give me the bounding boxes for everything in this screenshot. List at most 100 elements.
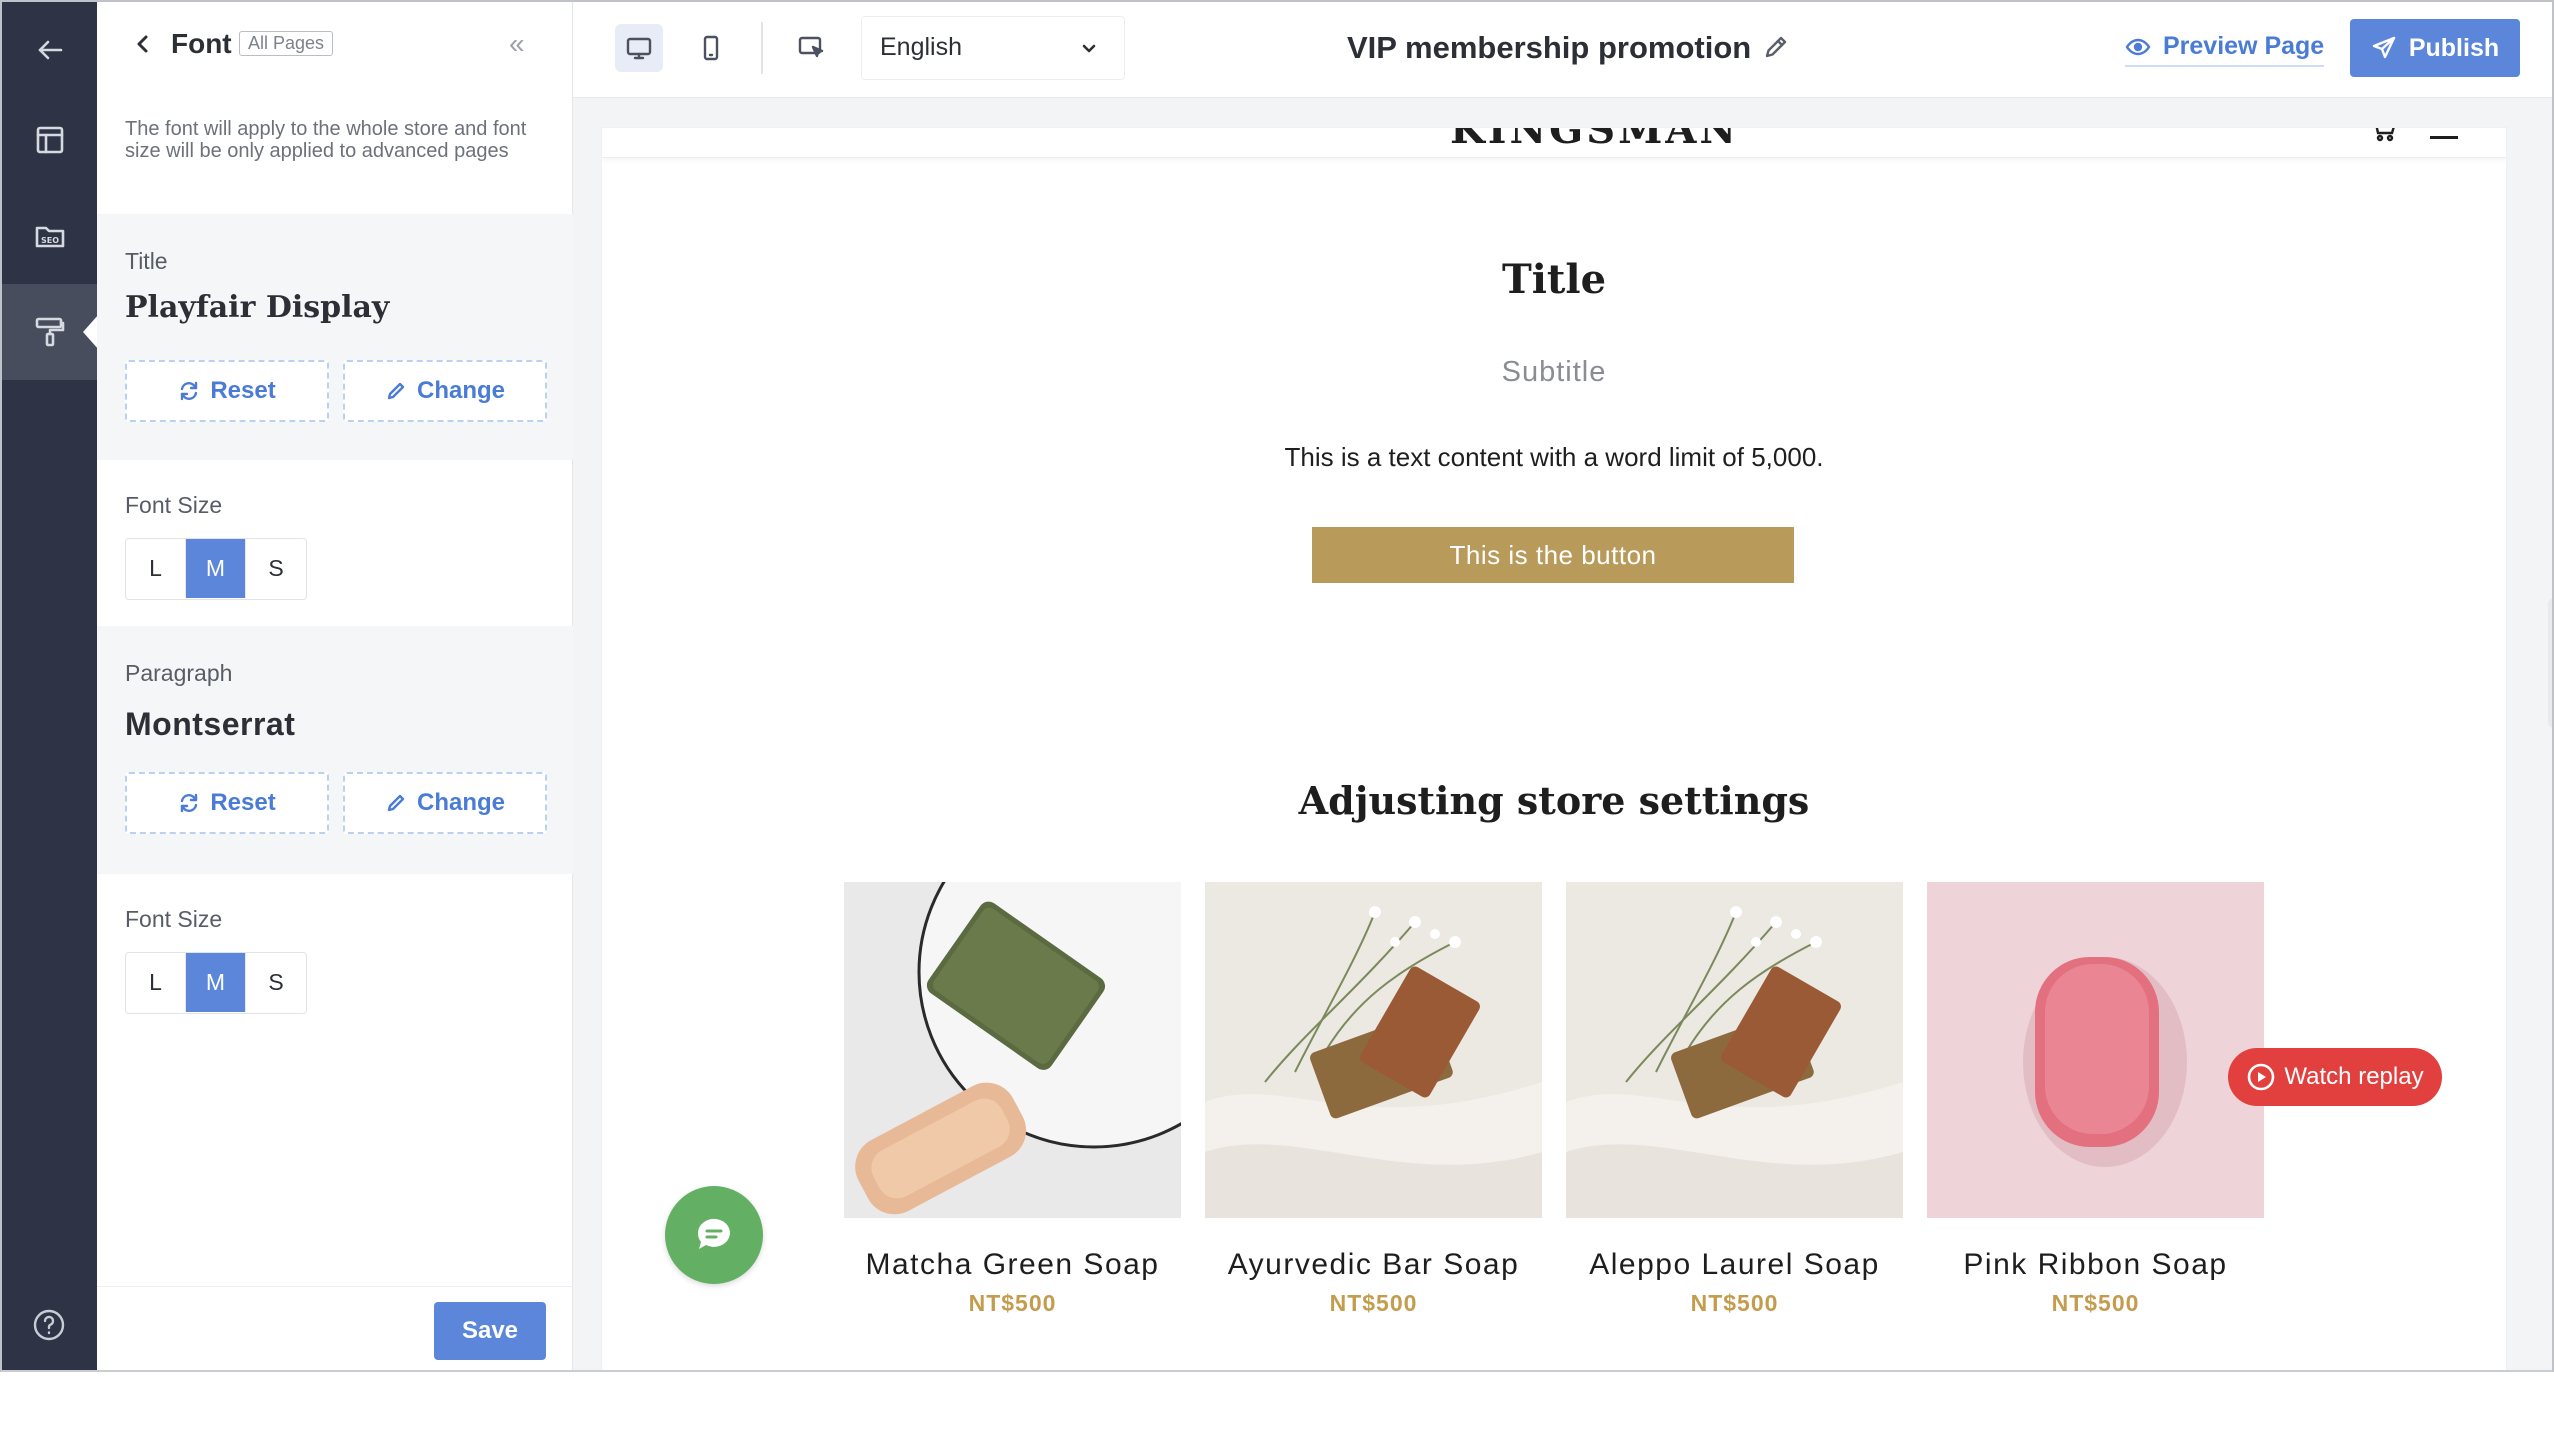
product-price: NT$500 bbox=[1690, 1290, 1779, 1316]
chat-button[interactable] bbox=[665, 1186, 763, 1284]
product-card[interactable]: Ayurvedic Bar Soap NT$500 bbox=[1205, 882, 1542, 1317]
page-preview-canvas[interactable]: KINGSMAN Title Subtitle This is a text c… bbox=[602, 128, 2506, 1370]
refresh-icon bbox=[181, 793, 198, 813]
paragraph-size-selector: L M S bbox=[125, 952, 307, 1014]
product-name: Matcha Green Soap bbox=[865, 1248, 1160, 1281]
preview-text: This is a text content with a word limit… bbox=[1284, 442, 1824, 472]
font-settings-panel: Font All Pages « The font will apply to … bbox=[97, 2, 573, 1370]
paragraph-size-label: Font Size bbox=[125, 906, 223, 932]
pencil-icon bbox=[387, 382, 405, 400]
title-size-s[interactable]: S bbox=[246, 539, 306, 598]
product-price: NT$500 bbox=[968, 1290, 1057, 1316]
rail-layout-button[interactable] bbox=[2, 92, 97, 188]
eye-icon bbox=[2125, 38, 2151, 55]
editor-toolbar: English VIP membership promotion Preview… bbox=[573, 2, 2552, 98]
panel-back-button[interactable] bbox=[127, 28, 159, 60]
rail-seo-button[interactable]: SEO bbox=[2, 188, 97, 284]
mobile-view-button[interactable] bbox=[687, 24, 735, 72]
product-image-aleppo-soap bbox=[1566, 882, 1903, 1218]
title-size-m[interactable]: M bbox=[186, 539, 246, 598]
chevron-left-icon bbox=[137, 35, 148, 53]
product-image-pink-soap bbox=[1927, 882, 2264, 1218]
panel-header: Font All Pages « bbox=[97, 2, 573, 88]
watch-replay-button[interactable]: Watch replay bbox=[2228, 1048, 2442, 1106]
preview-section-heading: Adjusting store settings bbox=[1298, 778, 1810, 823]
title-size-l[interactable]: L bbox=[126, 539, 186, 598]
help-button[interactable] bbox=[32, 1308, 68, 1344]
pencil-icon bbox=[1765, 36, 1787, 58]
paragraph-font-name: Montserrat bbox=[125, 706, 296, 742]
preview-page-link[interactable]: Preview Page bbox=[2125, 32, 2325, 67]
paragraph-font-section: Paragraph Montserrat Reset Change bbox=[97, 626, 573, 874]
app-window: SEO Font All Pages « The font will apply… bbox=[0, 0, 2554, 1372]
refresh-icon bbox=[181, 381, 198, 401]
language-value: English bbox=[880, 33, 962, 61]
collapse-panel-icon[interactable]: « bbox=[509, 28, 524, 60]
title-change-label: Change bbox=[416, 377, 505, 404]
arrow-left-icon bbox=[38, 40, 62, 60]
all-pages-badge: All Pages bbox=[239, 31, 334, 56]
title-font-name: Playfair Display bbox=[125, 290, 390, 325]
product-card[interactable]: Matcha Green Soap NT$500 bbox=[844, 882, 1181, 1317]
panel-description: The font will apply to the whole store a… bbox=[125, 118, 527, 162]
rail-design-button[interactable] bbox=[2, 284, 99, 380]
desktop-view-button[interactable] bbox=[615, 24, 663, 72]
product-price: NT$500 bbox=[2051, 1290, 2140, 1316]
svg-text:SEO: SEO bbox=[41, 236, 59, 245]
side-drawer-handle[interactable] bbox=[2548, 598, 2552, 728]
product-name: Ayurvedic Bar Soap bbox=[1227, 1248, 1520, 1281]
paragraph-size-s[interactable]: S bbox=[246, 953, 306, 1012]
paragraph-reset-label: Reset bbox=[210, 789, 276, 816]
seo-icon: SEO bbox=[35, 226, 64, 248]
product-card[interactable]: Aleppo Laurel Soap NT$500 bbox=[1566, 882, 1903, 1317]
title-reset-label: Reset bbox=[210, 377, 276, 404]
product-name: Aleppo Laurel Soap bbox=[1589, 1248, 1880, 1281]
title-reset-button[interactable]: Reset bbox=[125, 360, 329, 422]
left-rail: SEO bbox=[2, 2, 99, 1370]
pencil-icon bbox=[387, 794, 405, 812]
product-card[interactable]: Pink Ribbon Soap NT$500 bbox=[1927, 882, 2264, 1317]
preview-title: Title bbox=[1501, 256, 1607, 303]
title-size-label: Font Size bbox=[125, 492, 223, 518]
title-change-button[interactable]: Change bbox=[343, 360, 547, 422]
layout-icon bbox=[36, 126, 63, 154]
product-image-matcha-soap bbox=[844, 882, 1181, 1218]
save-button[interactable]: Save bbox=[434, 1302, 546, 1360]
toolbar-divider bbox=[761, 22, 763, 74]
publish-button[interactable]: Publish bbox=[2350, 19, 2520, 77]
product-price: NT$500 bbox=[1329, 1290, 1418, 1316]
paint-roller-icon bbox=[35, 317, 64, 347]
help-circle-icon bbox=[33, 1309, 65, 1341]
play-circle-icon bbox=[2248, 1063, 2275, 1091]
cart-icon[interactable] bbox=[2368, 128, 2398, 142]
back-nav-button[interactable] bbox=[2, 2, 97, 98]
chevron-down-icon bbox=[1080, 39, 1098, 57]
paragraph-size-m[interactable]: M bbox=[186, 953, 246, 1012]
paragraph-reset-button[interactable]: Reset bbox=[125, 772, 329, 834]
page-name: VIP membership promotion bbox=[1347, 30, 1752, 65]
send-icon bbox=[2372, 36, 2396, 59]
cursor-select-icon bbox=[798, 36, 824, 58]
paragraph-change-label: Change bbox=[416, 789, 505, 816]
desktop-icon bbox=[626, 37, 652, 60]
preview-subtitle: Subtitle bbox=[1501, 356, 1607, 388]
paragraph-change-button[interactable]: Change bbox=[343, 772, 547, 834]
edit-page-name-button[interactable] bbox=[1761, 32, 1793, 64]
language-select[interactable]: English bbox=[861, 16, 1125, 80]
store-header: KINGSMAN bbox=[602, 128, 2506, 158]
title-font-label: Title bbox=[125, 248, 168, 274]
select-element-button[interactable] bbox=[787, 24, 835, 72]
paragraph-size-l[interactable]: L bbox=[126, 953, 186, 1012]
title-size-selector: L M S bbox=[125, 538, 307, 600]
chat-icon bbox=[697, 1218, 730, 1249]
panel-title: Font bbox=[171, 28, 232, 59]
preview-page-label: Preview Page bbox=[2163, 32, 2325, 60]
product-name: Pink Ribbon Soap bbox=[1963, 1248, 2228, 1281]
preview-cta-button[interactable]: This is the button bbox=[1312, 527, 1794, 583]
mobile-icon bbox=[703, 35, 719, 61]
hamburger-menu-icon[interactable] bbox=[2430, 136, 2458, 139]
publish-label: Publish bbox=[2408, 33, 2500, 62]
paragraph-font-label: Paragraph bbox=[125, 660, 233, 686]
panel-footer-divider bbox=[97, 1286, 573, 1287]
product-image-ayurvedic-soap bbox=[1205, 882, 1542, 1218]
